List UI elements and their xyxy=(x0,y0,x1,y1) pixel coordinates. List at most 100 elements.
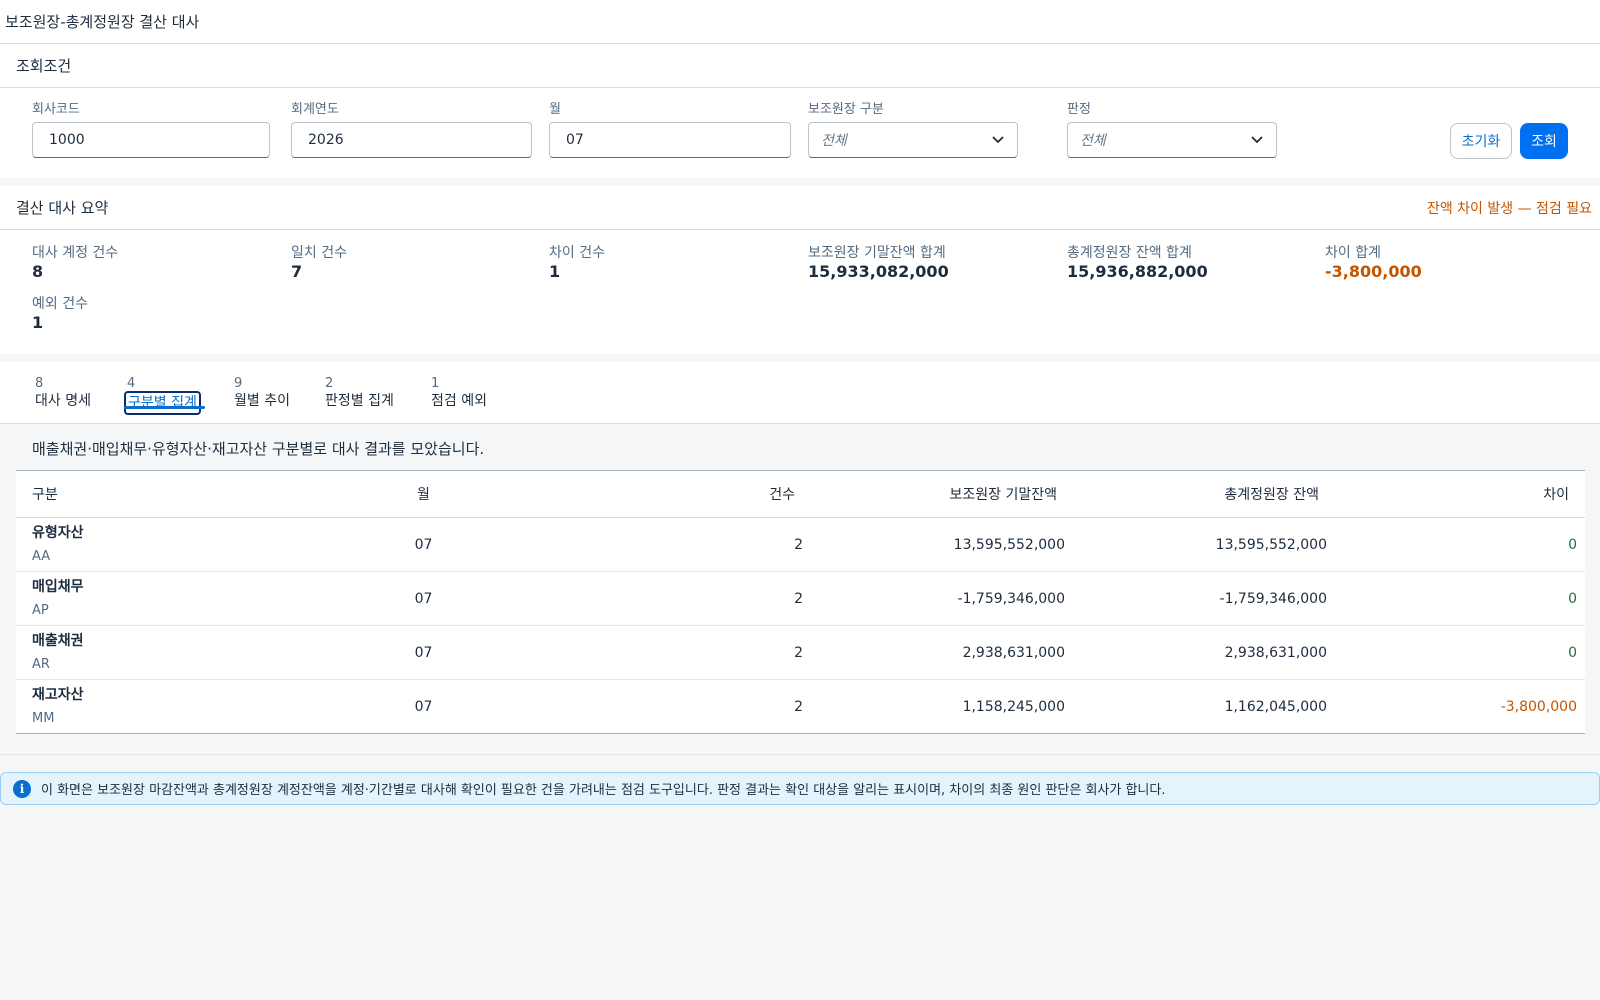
table-row[interactable]: 재고자산 MM 07 2 1,158,245,000 1,162,045,000… xyxy=(16,680,1585,734)
tab-count: 2 xyxy=(325,376,334,391)
summary-panel: 결산 대사 요약 잔액 차이 발생 — 점검 필요 대사 계정 건수 8 일치 … xyxy=(0,186,1600,354)
column-header-category[interactable]: 구분 xyxy=(16,470,316,518)
filter-panel-title: 조회조건 xyxy=(16,57,72,75)
company-code-field: 회사코드 xyxy=(32,98,270,158)
column-header-count[interactable]: 건수 xyxy=(531,470,811,518)
month-input[interactable] xyxy=(549,122,791,158)
kpi-exception-count: 예외 건수 1 xyxy=(32,293,88,332)
count-cell: 2 xyxy=(531,571,811,626)
difference-cell: 0 xyxy=(1335,571,1585,626)
search-button[interactable]: 조회 xyxy=(1520,123,1568,159)
gl-balance-cell: 13,595,552,000 xyxy=(1073,517,1335,572)
tab-label: 점검 예외 xyxy=(431,393,487,409)
category-name: 유형자산 xyxy=(32,524,84,541)
subledger-type-select[interactable]: 전체 xyxy=(808,122,1018,158)
judgement-field: 판정 전체 xyxy=(1067,98,1277,158)
content-divider xyxy=(0,754,1600,755)
kpi-diff-count: 차이 건수 1 xyxy=(549,242,605,281)
tab-detail[interactable]: 8 대사 명세 xyxy=(33,377,93,411)
tab-judgement-summary[interactable]: 2 판정별 집계 xyxy=(323,377,396,411)
gl-balance-cell: 2,938,631,000 xyxy=(1073,625,1335,680)
table-row[interactable]: 매입채무 AP 07 2 -1,759,346,000 -1,759,346,0… xyxy=(16,571,1585,626)
tab-category-summary[interactable]: 4 구분별 집계 xyxy=(124,377,201,415)
month-cell: 07 xyxy=(316,517,531,572)
kpi-label: 예외 건수 xyxy=(32,296,88,312)
kpi-value: 7 xyxy=(291,262,303,281)
summary-panel-header: 결산 대사 요약 잔액 차이 발생 — 점검 필요 xyxy=(0,186,1600,230)
chevron-down-icon xyxy=(991,133,1005,147)
tab-label: 월별 추이 xyxy=(234,393,290,409)
column-header-gl-balance[interactable]: 총계정원장 잔액 xyxy=(1073,470,1335,518)
difference-cell: 0 xyxy=(1335,517,1585,572)
subledger-balance-cell: 13,595,552,000 xyxy=(811,517,1073,572)
difference-cell: 0 xyxy=(1335,625,1585,680)
tab-label: 구분별 집계 xyxy=(124,391,201,415)
month-field: 월 xyxy=(549,98,791,158)
kpi-label: 차이 합계 xyxy=(1325,245,1381,261)
reset-button[interactable]: 초기화 xyxy=(1450,123,1512,159)
kpi-value: -3,800,000 xyxy=(1325,262,1422,281)
tab-exceptions[interactable]: 1 점검 예외 xyxy=(429,377,489,411)
table-header-row: 구분 월 건수 보조원장 기말잔액 총계정원장 잔액 차이 xyxy=(16,470,1585,518)
info-message-strip: i 이 화면은 보조원장 마감잔액과 총계정원장 계정잔액을 계정·기간별로 대… xyxy=(0,772,1600,805)
tab-label: 대사 명세 xyxy=(35,393,91,409)
subledger-type-field: 보조원장 구분 전체 xyxy=(808,98,1018,158)
table-row[interactable]: 유형자산 AA 07 2 13,595,552,000 13,595,552,0… xyxy=(16,517,1585,572)
info-icon: i xyxy=(13,779,31,798)
kpi-label: 대사 계정 건수 xyxy=(32,245,119,261)
table-row[interactable]: 매출채권 AR 07 2 2,938,631,000 2,938,631,000… xyxy=(16,625,1585,680)
category-cell: 유형자산 AA xyxy=(16,517,316,572)
summary-warning-text: 잔액 차이 발생 — 점검 필요 xyxy=(1426,200,1592,217)
kpi-label: 차이 건수 xyxy=(549,245,605,261)
tab-content: 매출채권·매입채무·유형자산·재고자산 구분별로 대사 결과를 모았습니다. 구… xyxy=(0,424,1600,734)
summary-body: 대사 계정 건수 8 일치 건수 7 차이 건수 1 보조원장 기말잔액 합계 … xyxy=(0,230,1600,353)
kpi-subledger-total: 보조원장 기말잔액 합계 15,933,082,000 xyxy=(808,242,949,281)
subledger-type-label: 보조원장 구분 xyxy=(808,102,884,117)
active-tab-indicator xyxy=(124,406,205,409)
subledger-type-value: 전체 xyxy=(821,133,847,149)
category-cell: 재고자산 MM xyxy=(16,680,316,734)
category-code: MM xyxy=(32,710,55,726)
month-cell: 07 xyxy=(414,698,433,715)
column-header-month[interactable]: 월 xyxy=(316,470,531,518)
kpi-value: 1 xyxy=(32,313,44,332)
page-title: 보조원장-총계정원장 결산 대사 xyxy=(5,13,200,31)
count-cell: 2 xyxy=(794,698,803,715)
fiscal-year-input[interactable] xyxy=(291,122,532,158)
fiscal-year-label: 회계연도 xyxy=(291,102,339,117)
filter-panel: 조회조건 회사코드 회계연도 월 보조원장 구분 전체 판정 전 xyxy=(0,44,1600,178)
column-header-subledger-balance[interactable]: 보조원장 기말잔액 xyxy=(811,470,1073,518)
filter-panel-header: 조회조건 xyxy=(0,44,1600,88)
kpi-value: 8 xyxy=(32,262,44,281)
category-code: AA xyxy=(32,548,51,564)
kpi-label: 일치 건수 xyxy=(291,245,347,261)
kpi-label: 총계정원장 잔액 합계 xyxy=(1067,245,1192,261)
company-code-input[interactable] xyxy=(32,122,270,158)
gl-balance-cell: 1,162,045,000 xyxy=(1224,698,1327,715)
kpi-value: 15,933,082,000 xyxy=(808,262,949,281)
chevron-down-icon xyxy=(1250,133,1264,147)
category-code: AP xyxy=(32,602,49,618)
category-summary-table: 구분 월 건수 보조원장 기말잔액 총계정원장 잔액 차이 유형자산 AA 07… xyxy=(16,470,1585,734)
subledger-balance-cell: 2,938,631,000 xyxy=(811,625,1073,680)
summary-panel-title: 결산 대사 요약 xyxy=(16,199,109,217)
judgement-select[interactable]: 전체 xyxy=(1067,122,1277,158)
tab-bar: 8 대사 명세 4 구분별 집계 9 월별 추이 2 판정별 집계 1 점검 예… xyxy=(0,362,1600,424)
kpi-label: 보조원장 기말잔액 합계 xyxy=(808,245,946,261)
kpi-gl-total: 총계정원장 잔액 합계 15,936,882,000 xyxy=(1067,242,1208,281)
category-cell: 매입채무 AP xyxy=(16,571,316,626)
page-header: 보조원장-총계정원장 결산 대사 xyxy=(0,0,1600,44)
tab-count: 4 xyxy=(127,376,136,391)
difference-cell: -3,800,000 xyxy=(1500,698,1577,715)
judgement-label: 판정 xyxy=(1067,102,1091,117)
tab-count: 9 xyxy=(234,376,243,391)
tab-monthly-trend[interactable]: 9 월별 추이 xyxy=(232,377,292,411)
tab-count: 8 xyxy=(35,376,44,391)
column-header-difference[interactable]: 차이 xyxy=(1335,470,1585,518)
subledger-balance-cell: -1,759,346,000 xyxy=(811,571,1073,626)
kpi-diff-total: 차이 합계 -3,800,000 xyxy=(1325,242,1422,281)
category-name: 매출채권 xyxy=(32,632,84,649)
company-code-label: 회사코드 xyxy=(32,102,80,117)
category-name: 매입채무 xyxy=(32,578,84,595)
month-cell: 07 xyxy=(316,571,531,626)
